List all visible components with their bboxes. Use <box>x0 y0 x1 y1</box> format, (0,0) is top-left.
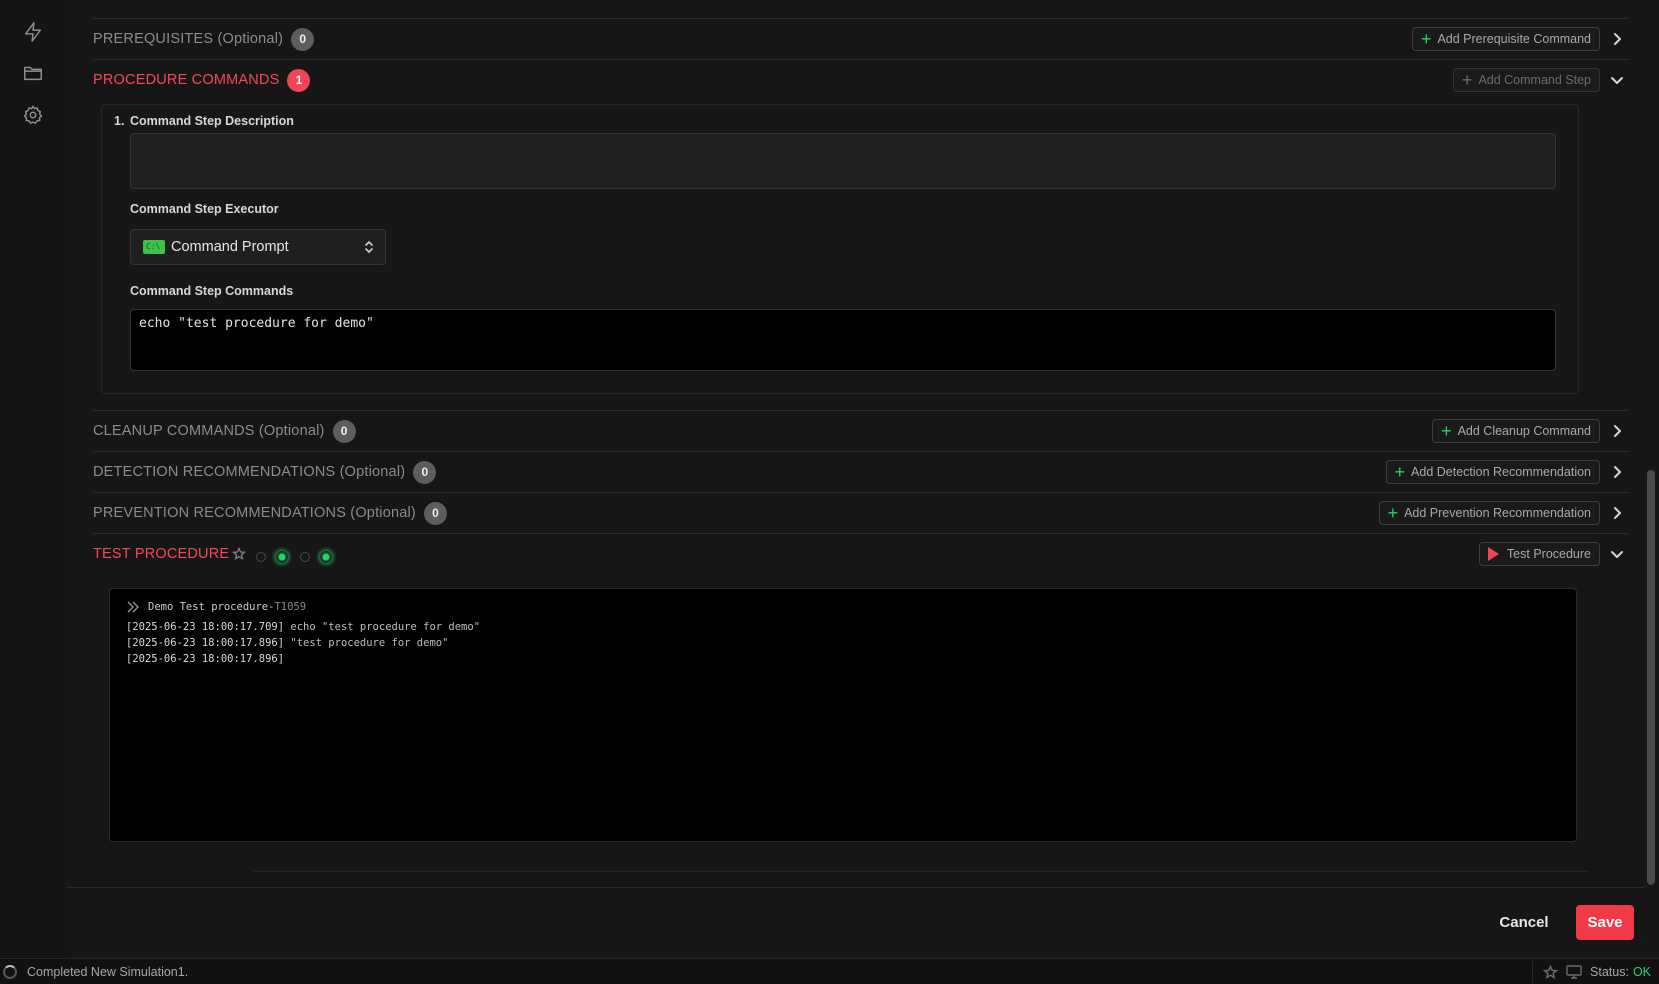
terminal-title: Demo Test procedure <box>148 601 269 613</box>
count-badge: 0 <box>423 501 447 525</box>
save-button[interactable]: Save <box>1576 905 1634 940</box>
chevron-right-icon[interactable] <box>1608 422 1626 440</box>
count-badge: 1 <box>287 68 311 92</box>
chevron-down-icon[interactable] <box>1608 71 1626 89</box>
main-content: PREREQUISITES (Optional) 0 + Add Prerequi… <box>66 0 1644 958</box>
terminal-line: [2025-06-23 18:00:17.896] "test procedur… <box>126 637 449 649</box>
status-right: Status: OK <box>1532 959 1651 984</box>
chevron-updown-icon <box>363 239 375 260</box>
divider <box>66 887 1644 888</box>
count-badge: 0 <box>291 27 315 51</box>
description-label: Command Step Description <box>130 114 294 128</box>
count-badge: 0 <box>413 460 437 484</box>
section-title: PROCEDURE COMMANDS <box>93 72 280 88</box>
add-prerequisite-button[interactable]: + Add Prerequisite Command <box>1411 27 1600 51</box>
command-prompt-icon: C:\ <box>143 240 165 254</box>
plus-icon: + <box>1387 503 1399 523</box>
star-icon[interactable] <box>231 546 247 566</box>
commands-input[interactable]: echo "test procedure for demo" <box>130 309 1556 371</box>
test-status-indicators <box>231 546 334 566</box>
plus-icon: + <box>1420 29 1432 49</box>
left-rail <box>0 0 66 958</box>
chevron-right-icon[interactable] <box>1608 504 1626 522</box>
executor-value: Command Prompt <box>171 239 289 255</box>
status-label: Status: <box>1590 965 1629 979</box>
star-icon[interactable] <box>1543 964 1559 980</box>
step-number: 1. <box>114 114 125 128</box>
divider <box>1532 961 1534 983</box>
chevron-down-icon[interactable] <box>1608 545 1626 563</box>
section-title: DETECTION RECOMMENDATIONS (Optional) <box>93 464 406 480</box>
gear-icon[interactable] <box>21 103 45 127</box>
chevron-right-icon[interactable] <box>1608 30 1626 48</box>
add-prevention-button[interactable]: + Add Prevention Recommendation <box>1378 501 1600 525</box>
divider <box>253 871 1588 872</box>
status-dot-active <box>274 548 290 565</box>
lightning-icon[interactable] <box>21 20 45 44</box>
status-dot-inactive <box>256 551 266 562</box>
plus-icon: + <box>1394 462 1406 482</box>
terminal-line: [2025-06-23 18:00:17.896] <box>126 653 285 665</box>
count-badge: 0 <box>332 419 356 443</box>
executor-select[interactable]: C:\ Command Prompt <box>130 229 386 265</box>
section-title: CLEANUP COMMANDS (Optional) <box>93 423 325 439</box>
spinner-icon <box>3 964 17 979</box>
section-test-procedure[interactable]: TEST PROCEDURE Test Procedure <box>93 533 1628 574</box>
chevron-right-icon[interactable] <box>1608 463 1626 481</box>
technique-id: T1059 <box>274 601 307 613</box>
status-value: OK <box>1632 965 1651 979</box>
section-cleanup[interactable]: CLEANUP COMMANDS (Optional) 0 + Add Clean… <box>93 410 1628 451</box>
terminal-header: Demo Test procedure - T1059 <box>126 601 1560 613</box>
commands-label: Command Step Commands <box>130 284 294 298</box>
description-input[interactable] <box>130 133 1556 189</box>
plus-icon: + <box>1441 421 1452 441</box>
section-title: PREREQUISITES (Optional) <box>93 31 284 47</box>
terminal-line: [2025-06-23 18:00:17.709] echo "test pro… <box>126 621 481 633</box>
add-cleanup-button[interactable]: + Add Cleanup Command <box>1432 419 1600 443</box>
section-prevention[interactable]: PREVENTION RECOMMENDATIONS (Optional) 0 … <box>93 492 1628 533</box>
vertical-scrollbar[interactable] <box>1644 0 1659 958</box>
play-icon <box>1487 547 1499 561</box>
add-command-step-button[interactable]: + Add Command Step <box>1452 68 1600 92</box>
status-message: Completed New Simulation1. <box>27 964 189 979</box>
status-dot-inactive <box>300 551 310 562</box>
terminal-output[interactable]: Demo Test procedure - T1059 [2025-06-23 … <box>109 588 1577 842</box>
folder-icon[interactable] <box>21 61 45 85</box>
monitor-icon[interactable] <box>1566 965 1582 979</box>
status-bar: Completed New Simulation1. Status: OK <box>0 958 1659 984</box>
status-dot-active <box>318 548 334 565</box>
command-step-card: 1. Command Step Description Command Step… <box>101 104 1579 394</box>
section-title: PREVENTION RECOMMENDATIONS (Optional) <box>93 505 416 521</box>
executor-label: Command Step Executor <box>130 202 279 216</box>
plus-icon: + <box>1461 70 1473 90</box>
section-title: TEST PROCEDURE <box>93 546 230 562</box>
section-procedure-commands[interactable]: PROCEDURE COMMANDS 1 + Add Command Step <box>93 59 1628 100</box>
test-procedure-button[interactable]: Test Procedure <box>1478 542 1600 566</box>
add-detection-button[interactable]: + Add Detection Recommendation <box>1385 460 1600 484</box>
section-detection[interactable]: DETECTION RECOMMENDATIONS (Optional) 0 +… <box>93 451 1628 492</box>
double-chevron-icon <box>127 601 139 613</box>
cancel-button[interactable]: Cancel <box>1492 905 1556 939</box>
section-prerequisites[interactable]: PREREQUISITES (Optional) 0 + Add Prerequi… <box>93 18 1628 59</box>
scrollbar-thumb[interactable] <box>1647 470 1655 885</box>
